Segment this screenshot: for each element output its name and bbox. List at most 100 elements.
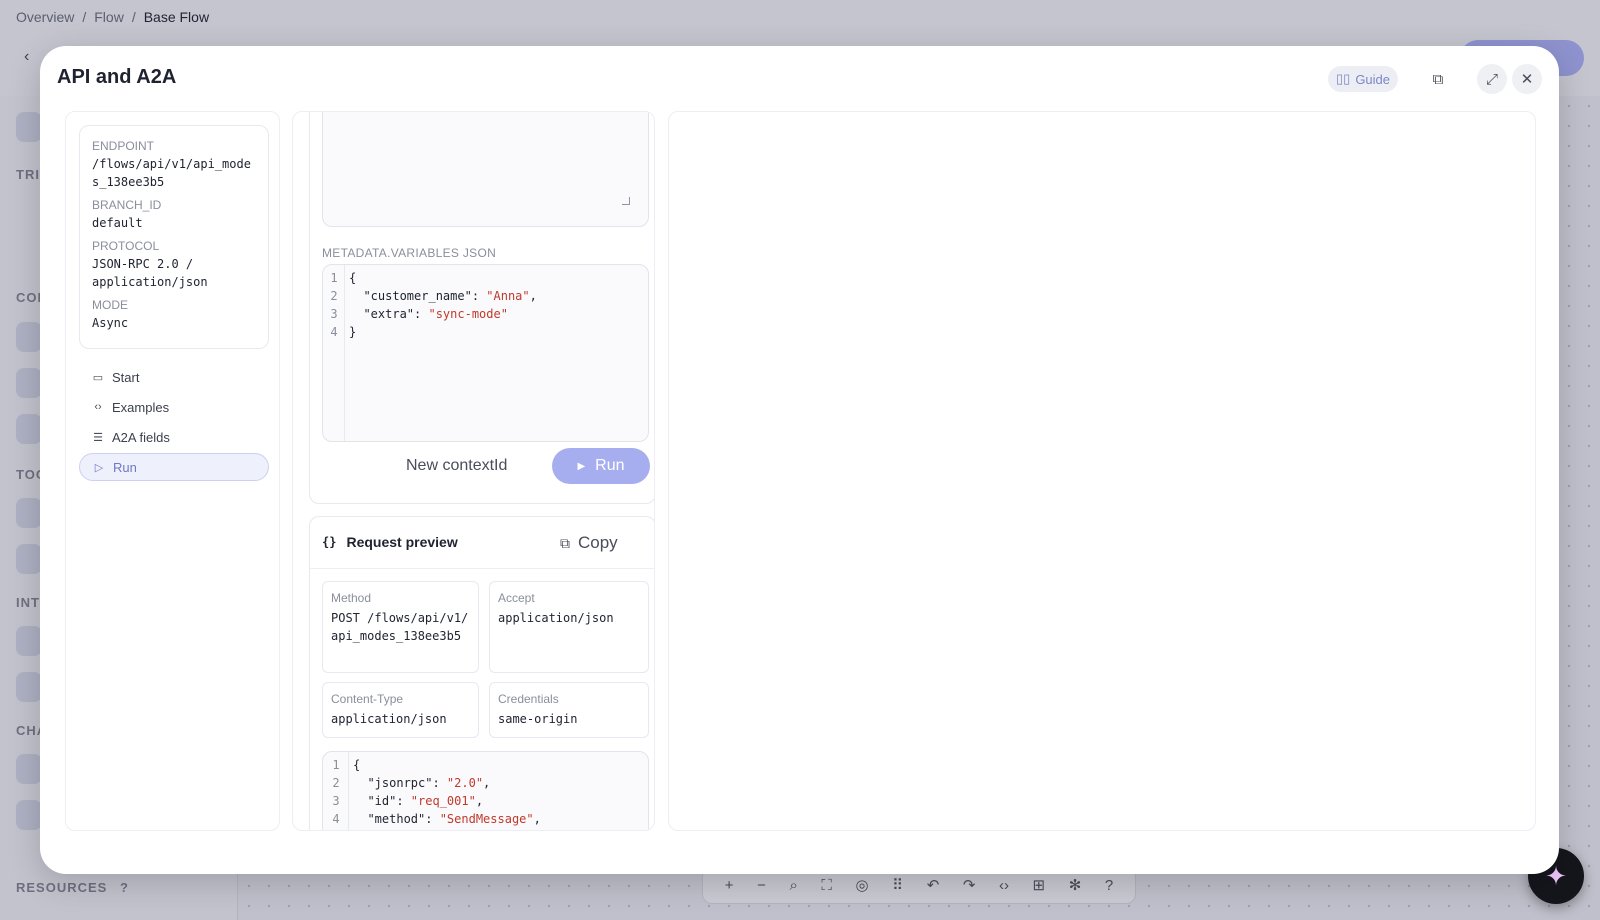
breadcrumb-current: Base Flow <box>143 9 210 25</box>
copy-icon[interactable]: ⧉ <box>1423 64 1453 94</box>
code-icon: ‹› <box>94 401 102 413</box>
run-label: Run <box>595 457 625 474</box>
new-context-id-button[interactable]: New contextId <box>406 457 507 475</box>
code-line: 4 "method": "SendMessage", <box>332 812 541 826</box>
branch-value: default <box>92 216 143 230</box>
target-icon[interactable]: ◎ <box>855 876 868 894</box>
copy-label: Copy <box>578 533 618 552</box>
grid-icon[interactable]: ⠿ <box>892 876 903 894</box>
copy-icon: ⧉ <box>560 534 570 551</box>
resize-handle[interactable] <box>622 197 630 205</box>
book-icon: ▭ <box>92 371 104 384</box>
credentials-value: same-origin <box>498 712 578 726</box>
nav-item-run[interactable]: ▷ Run <box>79 453 269 481</box>
method-field: Method POST /flows/api/v1/api_modes_138e… <box>322 581 479 673</box>
endpoint-value: /flows/api/v1/api_modes_138ee3b5 <box>92 157 251 189</box>
zoom-out-icon[interactable]: − <box>757 877 766 894</box>
zoom-in-icon[interactable]: + <box>725 877 734 894</box>
code-line: 1{ <box>332 758 361 772</box>
method-value: POST /flows/api/v1/api_modes_138ee3b5 <box>331 611 469 643</box>
help-icon[interactable]: ? <box>1105 877 1113 894</box>
sidebar-section-resources: RESOURCES ? <box>16 880 129 895</box>
copy-request-button[interactable]: ⧉ Copy <box>560 533 618 553</box>
sidebar-chip[interactable] <box>16 498 42 528</box>
breadcrumb-flow[interactable]: Flow <box>94 9 124 25</box>
back-chevron-icon[interactable]: ‹ <box>24 48 29 66</box>
divider <box>310 568 654 569</box>
method-label: Method <box>331 591 372 605</box>
nav-label: Examples <box>112 399 170 415</box>
braces-icon: {} <box>322 535 337 549</box>
guide-label: Guide <box>1355 71 1391 87</box>
search-icon[interactable]: ⌕ <box>789 877 797 894</box>
protocol-label: PROTOCOL <box>92 239 160 253</box>
code-line: 3 "extra": "sync-mode" <box>330 307 508 321</box>
sidebar-chip[interactable] <box>16 754 42 784</box>
sidebar-chip[interactable] <box>16 368 42 398</box>
accept-value: application/json <box>498 611 614 625</box>
section-nav: ▭ Start ‹› Examples ☰ A2A fields ▷ Run <box>79 363 269 483</box>
resources-help-icon[interactable]: ? <box>120 880 129 895</box>
modal-title: API and A2A <box>57 66 177 88</box>
request-preview-title: Request preview <box>346 534 458 550</box>
content-type-label: Content-Type <box>331 692 404 706</box>
response-panel <box>668 111 1536 831</box>
play-icon: ▶ <box>577 460 586 472</box>
nav-label: A2A fields <box>112 429 170 445</box>
message-textarea[interactable] <box>322 112 649 227</box>
fullscreen-icon[interactable]: ⤢ <box>1477 64 1507 94</box>
breadcrumb-separator: / <box>131 9 136 25</box>
breadcrumb: Overview / Flow / Base Flow <box>16 9 209 25</box>
code-line: 3 "id": "req_001", <box>332 794 484 808</box>
request-preview-card: {} Request preview ⧉ Copy Method POST /f… <box>309 516 654 830</box>
request-body-preview[interactable]: 1{ 2 "jsonrpc": "2.0", 3 "id": "req_001"… <box>322 751 649 830</box>
code-line: 2 "customer_name": "Anna", <box>330 289 537 303</box>
accept-field: Accept application/json <box>489 581 649 673</box>
metadata-variables-label: METADATA.VARIABLES JSON <box>322 246 497 260</box>
book-icon: ▯▯ <box>1336 71 1351 86</box>
accept-label: Accept <box>498 591 535 605</box>
undo-icon[interactable]: ↶ <box>927 876 940 894</box>
sidebar-chip[interactable] <box>16 800 42 830</box>
run-panel: METADATA.VARIABLES JSON 1{ 2 "customer_n… <box>292 111 655 831</box>
info-panel: ENDPOINT /flows/api/v1/api_modes_138ee3b… <box>65 111 280 831</box>
redo-icon[interactable]: ↷ <box>963 876 976 894</box>
sidebar-chip[interactable] <box>16 544 42 574</box>
resources-label: RESOURCES <box>16 880 108 895</box>
endpoint-info-card: ENDPOINT /flows/api/v1/api_modes_138ee3b… <box>79 125 269 349</box>
close-icon[interactable]: ✕ <box>1512 64 1542 94</box>
code-line: 1{ <box>330 271 357 285</box>
guide-button[interactable]: ▯▯ Guide <box>1328 66 1399 92</box>
content-type-value: application/json <box>331 712 447 726</box>
endpoint-label: ENDPOINT <box>92 139 155 153</box>
breadcrumb-overview[interactable]: Overview <box>16 9 74 25</box>
code-line: 4} <box>330 325 357 339</box>
credentials-label: Credentials <box>498 692 559 706</box>
fit-view-icon[interactable]: ⛶ <box>821 877 832 894</box>
run-button[interactable]: ▶ Run <box>552 448 650 484</box>
network-icon[interactable]: ✻ <box>1069 876 1082 894</box>
breadcrumb-separator: / <box>82 9 87 25</box>
code-icon[interactable]: ‹› <box>999 877 1009 894</box>
nav-item-examples[interactable]: ‹› Examples <box>79 393 269 421</box>
metadata-json-editor[interactable]: 1{ 2 "customer_name": "Anna", 3 "extra":… <box>322 264 649 442</box>
run-card: METADATA.VARIABLES JSON 1{ 2 "customer_n… <box>309 112 654 504</box>
request-preview-header: {} Request preview <box>322 534 458 550</box>
mode-value: Async <box>92 316 129 330</box>
tree-icon[interactable]: ⊞ <box>1033 876 1046 894</box>
sidebar-chip[interactable] <box>16 626 42 656</box>
branch-label: BRANCH_ID <box>92 198 162 212</box>
api-a2a-modal: API and A2A ▯▯ Guide ⧉ ⤢ ✕ ENDPOINT /flo… <box>40 46 1559 874</box>
sidebar-chip[interactable] <box>16 672 42 702</box>
credentials-field: Credentials same-origin <box>489 682 649 738</box>
nav-label: Start <box>112 369 140 385</box>
content-type-field: Content-Type application/json <box>322 682 479 738</box>
nav-item-a2a-fields[interactable]: ☰ A2A fields <box>79 423 269 451</box>
sidebar-chip[interactable] <box>16 414 42 444</box>
nav-item-start[interactable]: ▭ Start <box>79 363 269 391</box>
list-icon: ☰ <box>93 431 103 444</box>
play-icon: ▷ <box>94 461 104 474</box>
mode-label: MODE <box>92 298 128 312</box>
sidebar-chip[interactable] <box>16 322 42 352</box>
sidebar-chip[interactable] <box>16 112 42 142</box>
